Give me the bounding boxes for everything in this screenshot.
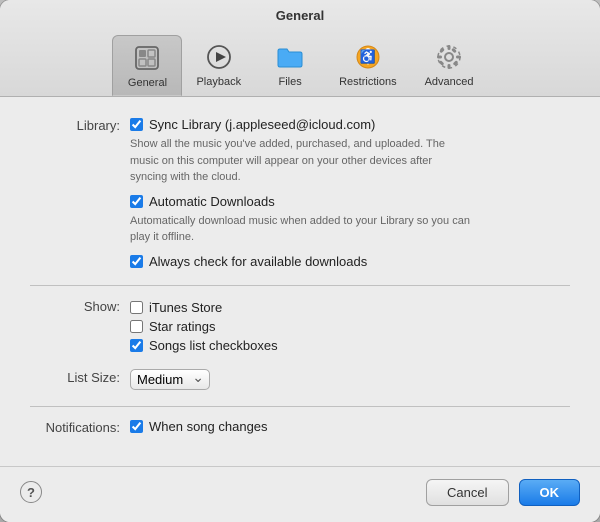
general-icon <box>131 42 163 74</box>
library-section: Library: Sync Library (j.appleseed@iclou… <box>30 117 570 273</box>
svg-text:♿: ♿ <box>360 49 376 64</box>
show-content: iTunes Store Star ratings Songs list che… <box>130 300 570 357</box>
list-size-select-wrapper: Small Medium Large <box>130 369 210 390</box>
files-icon <box>274 41 306 73</box>
songs-list-checkboxes-checkbox[interactable] <box>130 339 143 352</box>
notifications-section: Notifications: When song changes <box>30 419 570 438</box>
ok-button[interactable]: OK <box>519 479 581 506</box>
songs-list-checkboxes-label: Songs list checkboxes <box>149 338 278 353</box>
tab-playback[interactable]: Playback <box>182 35 255 96</box>
sync-library-checkbox[interactable] <box>130 118 143 131</box>
window-title: General <box>0 8 600 23</box>
sync-library-row: Sync Library (j.appleseed@icloud.com) <box>130 117 570 132</box>
library-description: Show all the music you've added, purchas… <box>130 136 470 186</box>
divider-1 <box>30 285 570 286</box>
star-ratings-checkbox[interactable] <box>130 320 143 333</box>
when-song-changes-row: When song changes <box>130 419 570 434</box>
auto-downloads-label: Automatic Downloads <box>149 194 275 209</box>
show-label: Show: <box>30 298 130 314</box>
library-content: Sync Library (j.appleseed@icloud.com) Sh… <box>130 117 570 273</box>
cancel-button[interactable]: Cancel <box>426 479 508 506</box>
itunes-store-row: iTunes Store <box>130 300 570 315</box>
footer: ? Cancel OK <box>0 466 600 522</box>
tab-advanced-label: Advanced <box>425 76 474 88</box>
list-size-content: Small Medium Large <box>130 369 570 394</box>
always-check-label: Always check for available downloads <box>149 254 367 269</box>
star-ratings-label: Star ratings <box>149 319 215 334</box>
tab-general-label: General <box>128 77 167 89</box>
always-check-row: Always check for available downloads <box>130 254 570 269</box>
tab-playback-label: Playback <box>196 76 241 88</box>
tab-restrictions-label: Restrictions <box>339 76 396 88</box>
show-section: Show: iTunes Store Star ratings Songs li… <box>30 298 570 357</box>
always-check-checkbox[interactable] <box>130 255 143 268</box>
itunes-store-checkbox[interactable] <box>130 301 143 314</box>
star-ratings-row: Star ratings <box>130 319 570 334</box>
songs-list-checkboxes-row: Songs list checkboxes <box>130 338 570 353</box>
auto-downloads-description: Automatically download music when added … <box>130 213 470 246</box>
titlebar: General General <box>0 0 600 97</box>
tab-restrictions[interactable]: ♿ Restrictions <box>325 35 410 96</box>
notifications-label: Notifications: <box>30 419 130 435</box>
notifications-content: When song changes <box>130 419 570 438</box>
toolbar: General Playback File <box>0 31 600 96</box>
list-size-dropdown-row: Small Medium Large <box>130 369 570 390</box>
tab-files-label: Files <box>278 76 301 88</box>
when-song-changes-checkbox[interactable] <box>130 420 143 433</box>
divider-2 <box>30 406 570 407</box>
preferences-window: General General <box>0 0 600 522</box>
tab-general[interactable]: General <box>112 35 182 96</box>
list-size-label: List Size: <box>30 369 130 385</box>
library-label: Library: <box>30 117 130 133</box>
auto-downloads-checkbox[interactable] <box>130 195 143 208</box>
tab-advanced[interactable]: Advanced <box>411 35 488 96</box>
advanced-icon <box>433 41 465 73</box>
sync-library-label: Sync Library (j.appleseed@icloud.com) <box>149 117 375 132</box>
footer-buttons: Cancel OK <box>426 479 580 506</box>
auto-downloads-row: Automatic Downloads <box>130 194 570 209</box>
itunes-store-label: iTunes Store <box>149 300 222 315</box>
when-song-changes-label: When song changes <box>149 419 268 434</box>
list-size-section: List Size: Small Medium Large <box>30 369 570 394</box>
content-area: Library: Sync Library (j.appleseed@iclou… <box>0 97 600 466</box>
help-button[interactable]: ? <box>20 481 42 503</box>
list-size-select[interactable]: Small Medium Large <box>130 369 210 390</box>
tab-files[interactable]: Files <box>255 35 325 96</box>
restrictions-icon: ♿ <box>352 41 384 73</box>
playback-icon <box>203 41 235 73</box>
